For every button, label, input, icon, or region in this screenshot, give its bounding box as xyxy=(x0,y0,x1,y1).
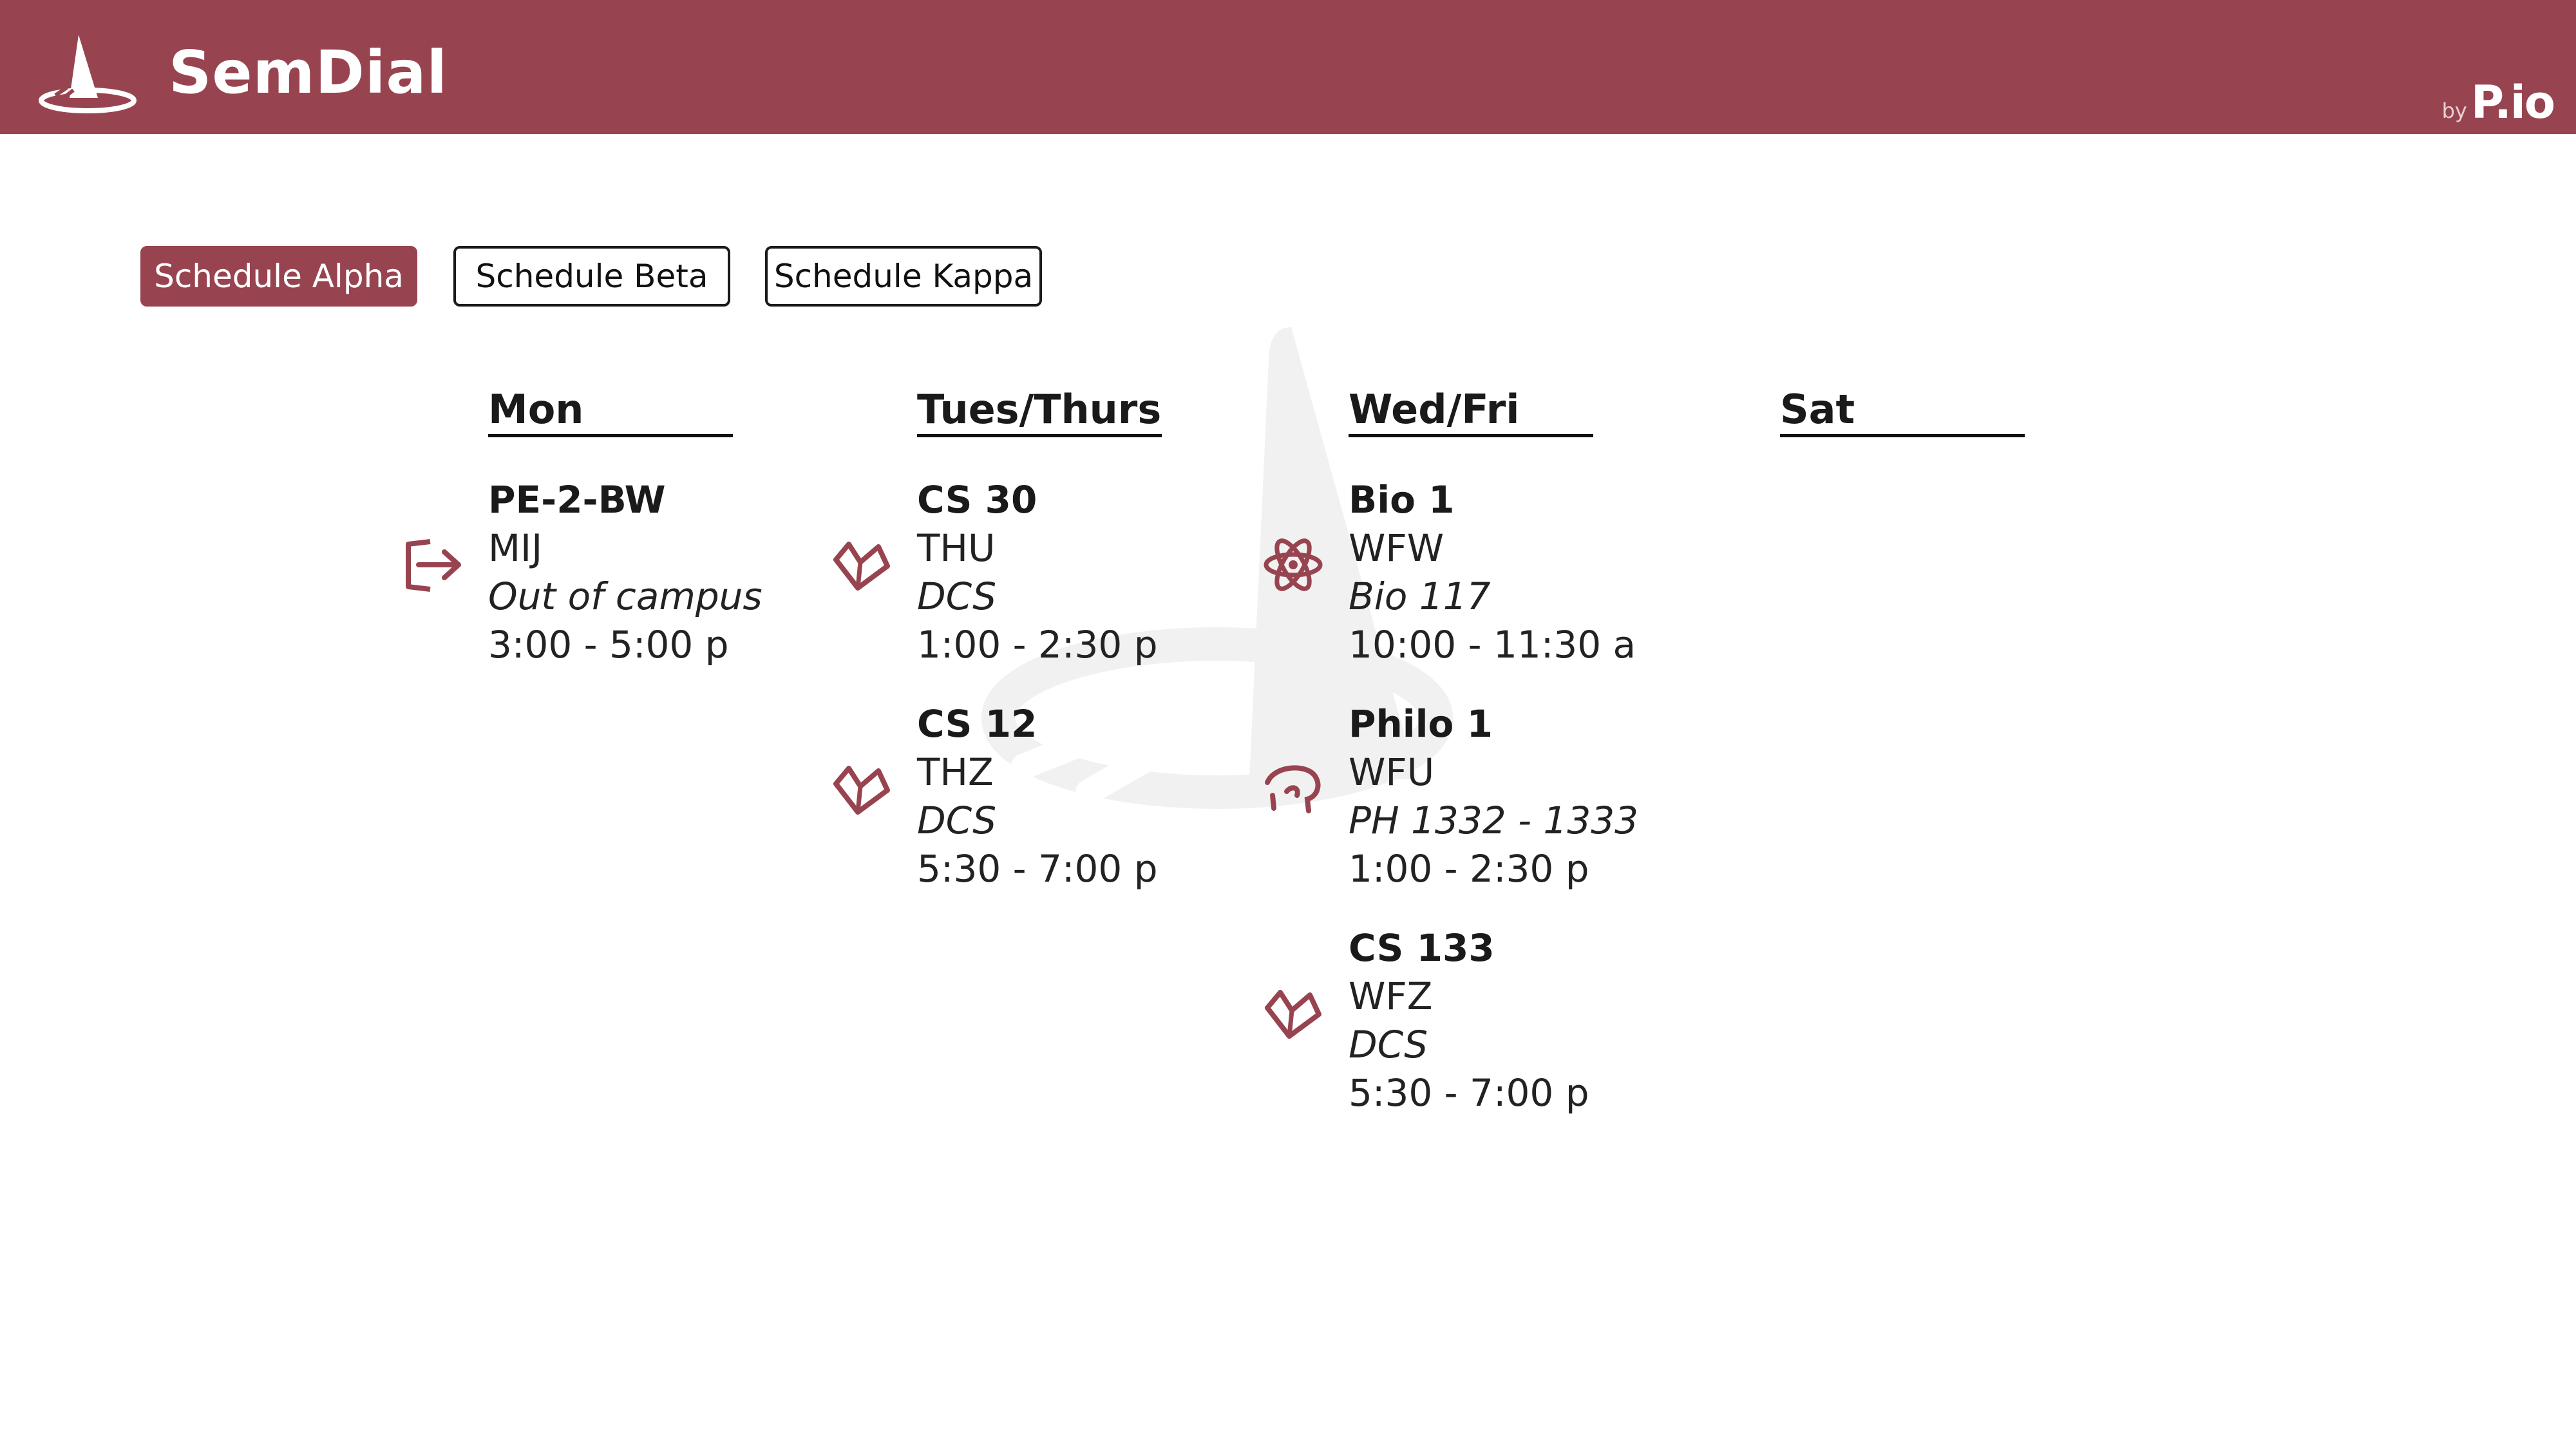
tab-schedule-beta[interactable]: Schedule Beta xyxy=(453,246,730,307)
app-header: SemDial byP.io xyxy=(0,0,2576,134)
thinker-icon xyxy=(1265,765,1321,813)
day-column-sat: Sat xyxy=(1780,385,2025,476)
book-icon xyxy=(833,542,890,591)
course-section: MIJ xyxy=(488,526,543,570)
book-icon xyxy=(1265,990,1321,1039)
book-icon xyxy=(833,766,890,815)
tab-schedule-kappa[interactable]: Schedule Kappa xyxy=(765,246,1042,307)
course-time: 5:30 - 7:00 p xyxy=(1349,1071,1589,1115)
course-time: 1:00 - 2:30 p xyxy=(1349,847,1589,891)
course-section: THU xyxy=(917,526,996,570)
app-title: SemDial xyxy=(169,38,448,107)
by-label: by xyxy=(2441,99,2467,123)
course-title: CS 12 xyxy=(917,702,1037,746)
brand-credit: byP.io xyxy=(2441,76,2555,129)
atom-icon xyxy=(1264,538,1323,591)
course-time: 3:00 - 5:00 p xyxy=(488,623,729,667)
day-column-wed-fri: Wed/Fri Bio 1 WFW Bio 117 10:00 - 11:30 … xyxy=(1264,385,1639,1148)
course-time: 10:00 - 11:30 a xyxy=(1349,623,1636,667)
course-title: CS 133 xyxy=(1349,926,1495,970)
day-heading: Wed/Fri xyxy=(1349,385,1593,437)
course-room: PH 1332 - 1333 xyxy=(1349,799,1639,842)
course-card[interactable]: Bio 1 WFW Bio 117 10:00 - 11:30 a xyxy=(1264,476,1636,669)
course-title: Bio 1 xyxy=(1349,478,1455,522)
tab-schedule-alpha[interactable]: Schedule Alpha xyxy=(140,246,417,307)
sundial-logo-icon xyxy=(39,35,137,113)
brand-name: P.io xyxy=(2470,76,2555,129)
day-heading: Tues/Thurs xyxy=(917,385,1162,437)
day-column-mon: Mon PE-2-BW MIJ Out of campus 3:00 - 5:0… xyxy=(406,385,762,700)
course-card[interactable]: CS 30 THU DCS 1:00 - 2:30 p xyxy=(833,476,1162,669)
course-section: WFU xyxy=(1349,750,1435,794)
course-room: Out of campus xyxy=(488,574,762,618)
exit-icon xyxy=(406,539,461,592)
course-room: Bio 117 xyxy=(1349,574,1491,618)
day-column-tues-thurs: Tues/Thurs CS 30 THU DCS 1:00 - 2:30 p C… xyxy=(833,385,1162,924)
course-room: DCS xyxy=(917,574,997,618)
course-card[interactable]: CS 12 THZ DCS 5:30 - 7:00 p xyxy=(833,700,1162,893)
day-heading: Mon xyxy=(488,385,733,437)
course-section: WFZ xyxy=(1349,974,1433,1018)
course-section: WFW xyxy=(1349,526,1444,570)
course-title: CS 30 xyxy=(917,478,1037,522)
course-time: 5:30 - 7:00 p xyxy=(917,847,1158,891)
course-room: DCS xyxy=(1349,1023,1428,1066)
course-title: PE-2-BW xyxy=(488,478,666,522)
course-card[interactable]: PE-2-BW MIJ Out of campus 3:00 - 5:00 p xyxy=(406,476,762,669)
course-section: THZ xyxy=(917,750,994,794)
course-title: Philo 1 xyxy=(1349,702,1493,746)
course-room: DCS xyxy=(917,799,997,842)
course-card[interactable]: Philo 1 WFU PH 1332 - 1333 1:00 - 2:30 p xyxy=(1265,700,1639,893)
day-heading: Sat xyxy=(1780,385,2025,437)
course-time: 1:00 - 2:30 p xyxy=(917,623,1158,667)
course-card[interactable]: CS 133 WFZ DCS 5:30 - 7:00 p xyxy=(1265,924,1593,1117)
